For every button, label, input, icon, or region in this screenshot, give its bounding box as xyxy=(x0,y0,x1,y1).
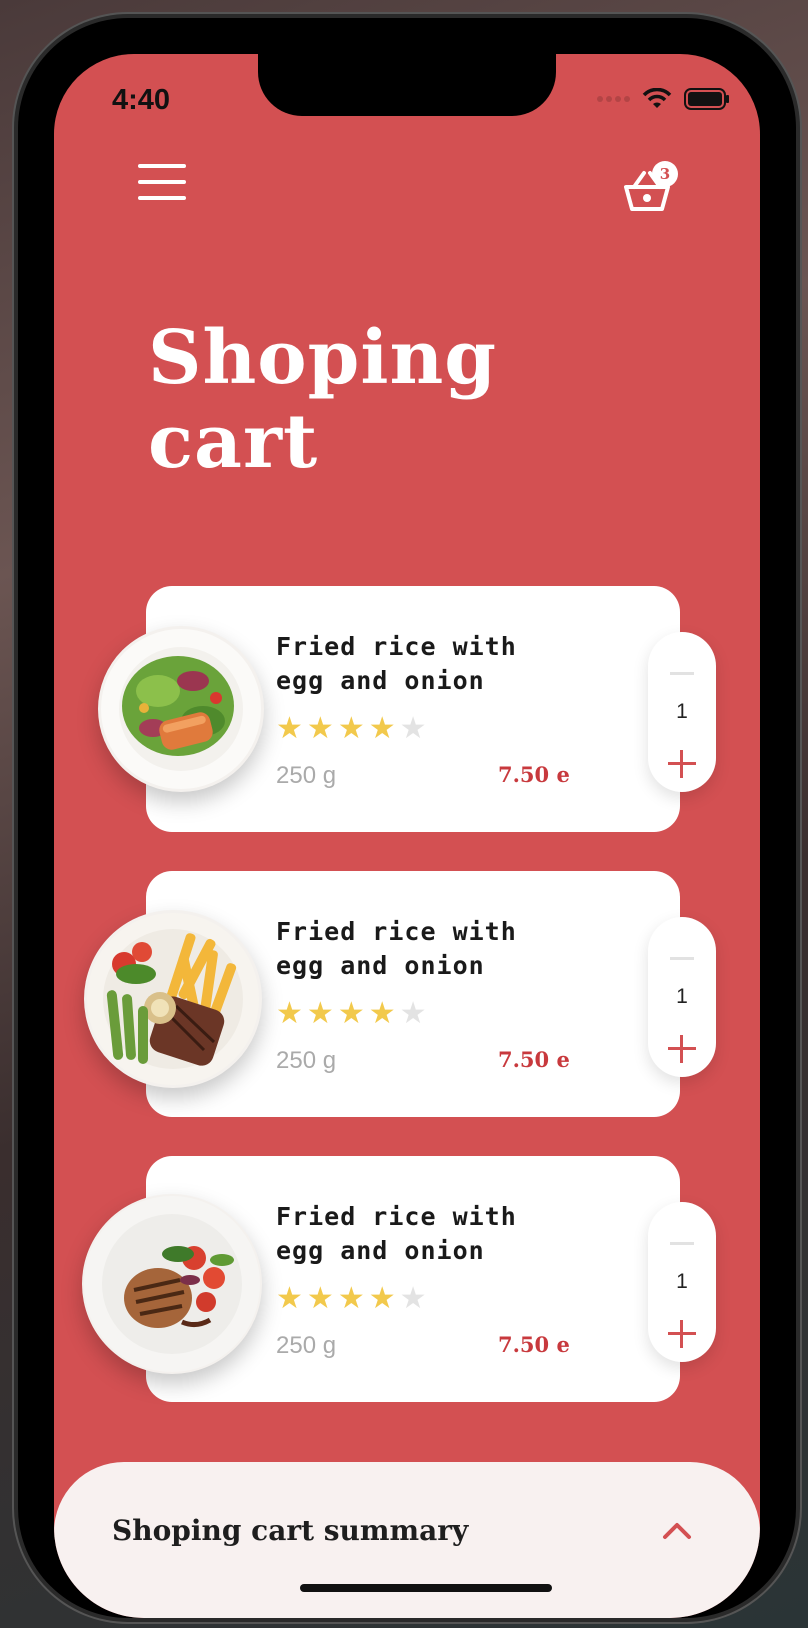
quantity-stepper[interactable]: 1 xyxy=(648,1202,716,1362)
phone-frame: 4:40 3 Shoping cart Fried rice with egg … xyxy=(18,18,796,1618)
page-title-line1: Shoping xyxy=(148,315,497,401)
star-filled-icon: ★ xyxy=(306,997,334,1030)
star-filled-icon: ★ xyxy=(368,712,396,745)
salmon-salad-plate xyxy=(98,626,264,792)
star-filled-icon: ★ xyxy=(368,1282,396,1315)
page-title-line2: cart xyxy=(148,399,319,485)
battery-icon xyxy=(684,88,729,110)
star-filled-icon: ★ xyxy=(337,1282,365,1315)
app-screen: 4:40 3 Shoping cart Fried rice with egg … xyxy=(54,54,760,1618)
item-weight: 250 g xyxy=(276,762,337,789)
increase-quantity-button[interactable] xyxy=(666,1033,698,1065)
quantity-stepper[interactable]: 1 xyxy=(648,632,716,792)
steak-fries-plate xyxy=(84,910,262,1088)
summary-label: Shoping cart summary xyxy=(112,1514,469,1547)
star-filled-icon: ★ xyxy=(368,997,396,1030)
star-empty-icon: ★ xyxy=(399,997,427,1030)
notch xyxy=(258,54,556,116)
hamburger-menu-icon xyxy=(138,164,186,200)
quantity-stepper[interactable]: 1 xyxy=(648,917,716,1077)
page-title: Shoping cart xyxy=(148,316,648,484)
quantity-value: 1 xyxy=(676,985,688,1008)
star-filled-icon: ★ xyxy=(306,1282,334,1315)
item-weight: 250 g xyxy=(276,1047,337,1074)
star-empty-icon: ★ xyxy=(399,1282,427,1315)
chevron-up-icon[interactable] xyxy=(662,1520,692,1540)
item-price: 7.50 e xyxy=(498,1332,570,1357)
star-filled-icon: ★ xyxy=(337,997,365,1030)
quantity-value: 1 xyxy=(676,700,688,723)
signal-icon xyxy=(597,96,630,102)
home-indicator xyxy=(300,1584,552,1592)
rating-stars: ★ ★ ★ ★ ★ xyxy=(276,999,427,1029)
item-name: Fried rice with egg and onion xyxy=(276,632,517,695)
item-name: Fried rice with egg and onion xyxy=(276,1202,517,1265)
star-filled-icon: ★ xyxy=(276,712,303,745)
star-filled-icon: ★ xyxy=(337,712,365,745)
decrease-quantity-button[interactable] xyxy=(670,672,694,675)
increase-quantity-button[interactable] xyxy=(666,748,698,780)
quantity-value: 1 xyxy=(676,1270,688,1293)
cart-summary-sheet[interactable]: Shoping cart summary xyxy=(54,1462,760,1618)
star-filled-icon: ★ xyxy=(306,712,334,745)
status-icons xyxy=(596,88,730,110)
item-price: 7.50 e xyxy=(498,762,570,787)
status-time: 4:40 xyxy=(112,84,171,116)
star-filled-icon: ★ xyxy=(276,1282,303,1315)
cart-button[interactable]: 3 xyxy=(622,161,682,219)
menu-button[interactable] xyxy=(138,164,186,200)
star-filled-icon: ★ xyxy=(276,997,303,1030)
item-price: 7.50 e xyxy=(498,1047,570,1072)
item-weight: 250 g xyxy=(276,1332,337,1359)
decrease-quantity-button[interactable] xyxy=(670,1242,694,1245)
increase-quantity-button[interactable] xyxy=(666,1318,698,1350)
grilled-chicken-plate xyxy=(82,1194,262,1374)
wifi-icon xyxy=(642,88,672,108)
cart-count-badge: 3 xyxy=(652,161,678,187)
rating-stars: ★ ★ ★ ★ ★ xyxy=(276,714,427,744)
decrease-quantity-button[interactable] xyxy=(670,957,694,960)
star-empty-icon: ★ xyxy=(399,712,427,745)
item-name: Fried rice with egg and onion xyxy=(276,917,517,980)
rating-stars: ★ ★ ★ ★ ★ xyxy=(276,1284,427,1314)
